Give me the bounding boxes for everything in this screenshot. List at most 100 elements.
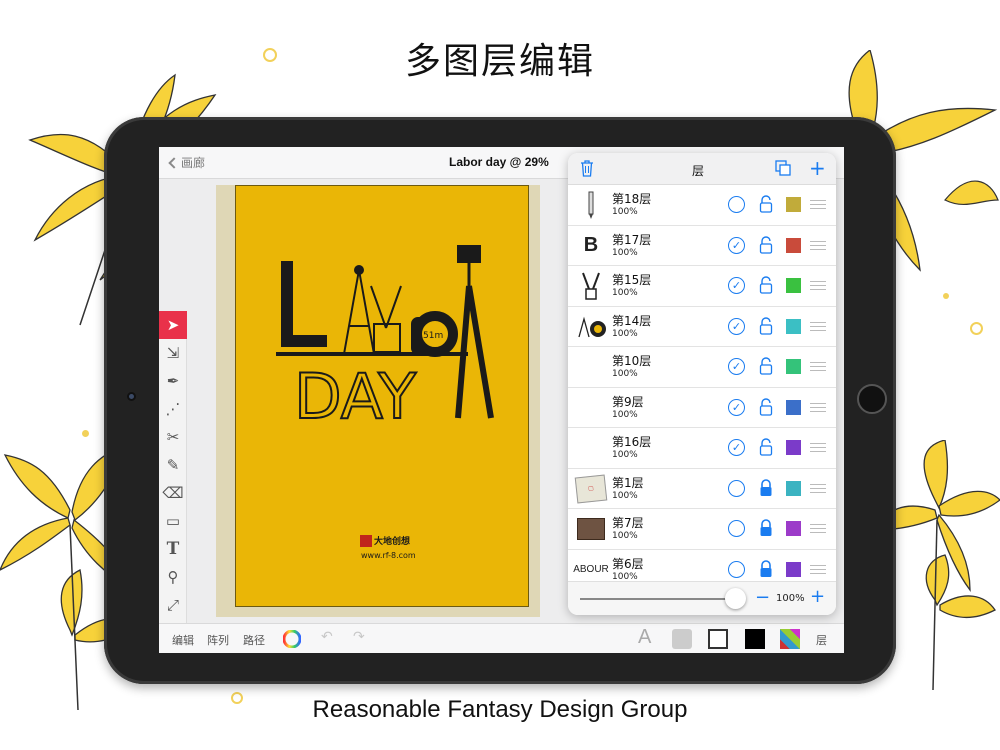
home-button[interactable]	[857, 384, 887, 414]
layer-opacity: 100%	[612, 450, 638, 460]
path-button[interactable]: 路径	[243, 632, 265, 648]
drag-handle-icon[interactable]	[810, 321, 826, 331]
drag-handle-icon[interactable]	[810, 564, 826, 574]
visibility-unchecked-icon[interactable]	[728, 560, 745, 578]
brand-name: 大地创想	[374, 535, 410, 547]
layer-color-swatch[interactable]	[786, 561, 801, 577]
select-tool-icon[interactable]: ➤	[159, 311, 187, 339]
visibility-checked-icon[interactable]: ✓	[728, 236, 745, 254]
lock-open-icon[interactable]	[758, 316, 774, 335]
pattern-swatch-icon[interactable]	[780, 629, 800, 649]
stroke-icon[interactable]	[708, 629, 728, 649]
layer-row[interactable]: 第7层 100%	[568, 509, 836, 550]
lock-open-icon[interactable]	[758, 195, 774, 213]
node-tool-icon[interactable]: ⋰	[159, 395, 187, 423]
document-title: Labor day @ 29%	[449, 155, 549, 169]
texture-icon[interactable]	[672, 629, 692, 649]
visibility-checked-icon[interactable]: ✓	[728, 358, 745, 375]
layer-row[interactable]: B 第17层 100% ✓	[568, 225, 836, 266]
layer-color-swatch[interactable]	[786, 480, 801, 496]
layer-color-swatch[interactable]	[786, 440, 801, 455]
visibility-checked-icon[interactable]: ✓	[728, 398, 745, 416]
edit-button[interactable]: 编辑	[172, 632, 194, 648]
layer-row[interactable]: 第10层 100% ✓	[568, 347, 836, 388]
drag-handle-icon[interactable]	[810, 483, 826, 493]
drag-handle-icon[interactable]	[810, 402, 826, 412]
layer-color-swatch[interactable]	[786, 521, 801, 536]
layer-name: 第7层	[612, 516, 644, 530]
brush-tool-icon[interactable]: ✎	[159, 451, 187, 479]
layer-name: 第14层	[612, 313, 652, 328]
lock-open-icon[interactable]	[758, 357, 774, 375]
visibility-checked-icon[interactable]: ✓	[728, 439, 745, 456]
visibility-unchecked-icon[interactable]	[728, 479, 745, 497]
layer-row[interactable]: 第16层 100% ✓	[568, 428, 836, 469]
lock-open-icon[interactable]	[758, 276, 774, 294]
opacity-slider-knob[interactable]	[725, 588, 746, 609]
undo-icon[interactable]: ↶	[321, 629, 333, 645]
layer-opacity: 100%	[612, 571, 638, 582]
fill-color-swatch[interactable]	[745, 629, 765, 649]
back-to-gallery-button[interactable]: 画廊	[167, 154, 205, 171]
layers-button[interactable]: 层	[816, 632, 827, 648]
decorative-dot	[82, 430, 89, 437]
layer-row[interactable]: 第9层 100% ✓	[568, 387, 836, 428]
visibility-unchecked-icon[interactable]	[728, 196, 745, 213]
layer-thumbnail	[574, 189, 608, 221]
labor-day-artwork[interactable]: 51m DAY 大地创想 www.rf-8.com	[236, 186, 530, 608]
pen-tool-icon[interactable]: ✒	[159, 367, 187, 395]
zoom-out-button[interactable]: −	[755, 587, 770, 608]
lock-open-icon[interactable]	[758, 235, 774, 254]
lock-open-icon[interactable]	[758, 438, 774, 456]
eyedropper-tool-icon[interactable]: ⚲	[159, 563, 187, 591]
visibility-checked-icon[interactable]: ✓	[728, 317, 745, 335]
opacity-slider[interactable]	[580, 598, 730, 600]
layers-panel-footer: − 100% +	[568, 581, 836, 615]
layer-name: 第1层	[612, 475, 644, 490]
zoom-label: 100%	[776, 593, 805, 604]
left-toolbar: ➤ ⇲ ✒ ⋰ ✂ ✎ ⌫ ▭ T ⚲ ⤢	[159, 311, 187, 623]
scissors-tool-icon[interactable]: ✂	[159, 423, 187, 451]
redo-icon[interactable]: ↷	[353, 629, 365, 645]
layer-row[interactable]: 第15层 100% ✓	[568, 266, 836, 307]
text-style-icon[interactable]: A	[638, 626, 651, 649]
drag-handle-icon[interactable]	[810, 200, 826, 209]
drag-handle-icon[interactable]	[810, 524, 826, 533]
tape-label: 51m	[423, 331, 443, 341]
decorative-dot	[263, 48, 277, 62]
drag-handle-icon[interactable]	[810, 443, 826, 452]
layer-color-swatch[interactable]	[786, 318, 801, 334]
zoom-in-button[interactable]: +	[810, 586, 825, 607]
direct-select-tool-icon[interactable]: ⇲	[159, 339, 187, 367]
visibility-unchecked-icon[interactable]	[728, 520, 745, 537]
drag-handle-icon[interactable]	[810, 362, 826, 371]
layer-color-swatch[interactable]	[786, 237, 801, 253]
layer-opacity: 100%	[612, 247, 638, 258]
drag-handle-icon[interactable]	[810, 240, 826, 250]
text-tool-icon[interactable]: T	[159, 535, 187, 563]
layer-color-swatch[interactable]	[786, 278, 801, 293]
layer-row[interactable]: ▢ 第1层 100%	[568, 468, 836, 509]
array-button[interactable]: 阵列	[207, 632, 229, 648]
decorative-dot	[970, 322, 983, 335]
lock-closed-icon[interactable]	[758, 559, 774, 578]
color-wheel-icon[interactable]	[283, 630, 301, 648]
layer-color-swatch[interactable]	[786, 399, 801, 415]
layer-row[interactable]: 第18层 100%	[568, 185, 836, 226]
layer-color-swatch[interactable]	[786, 197, 801, 212]
duplicate-layer-icon[interactable]	[775, 160, 791, 176]
lock-closed-icon[interactable]	[758, 519, 774, 537]
layer-row[interactable]: 第14层 100% ✓	[568, 306, 836, 347]
lock-closed-icon[interactable]	[758, 478, 774, 497]
shape-tool-icon[interactable]: ▭	[159, 507, 187, 535]
transform-tool-icon[interactable]: ⤢	[159, 591, 187, 619]
artboard[interactable]: 51m DAY 大地创想 www.rf-8.com	[235, 185, 529, 607]
add-layer-button[interactable]: +	[809, 156, 826, 180]
layer-opacity: 100%	[612, 531, 638, 541]
lock-open-icon[interactable]	[758, 397, 774, 416]
trash-icon[interactable]	[580, 159, 594, 177]
layer-color-swatch[interactable]	[786, 359, 801, 374]
drag-handle-icon[interactable]	[810, 281, 826, 290]
visibility-checked-icon[interactable]: ✓	[728, 277, 745, 294]
eraser-tool-icon[interactable]: ⌫	[159, 479, 187, 507]
